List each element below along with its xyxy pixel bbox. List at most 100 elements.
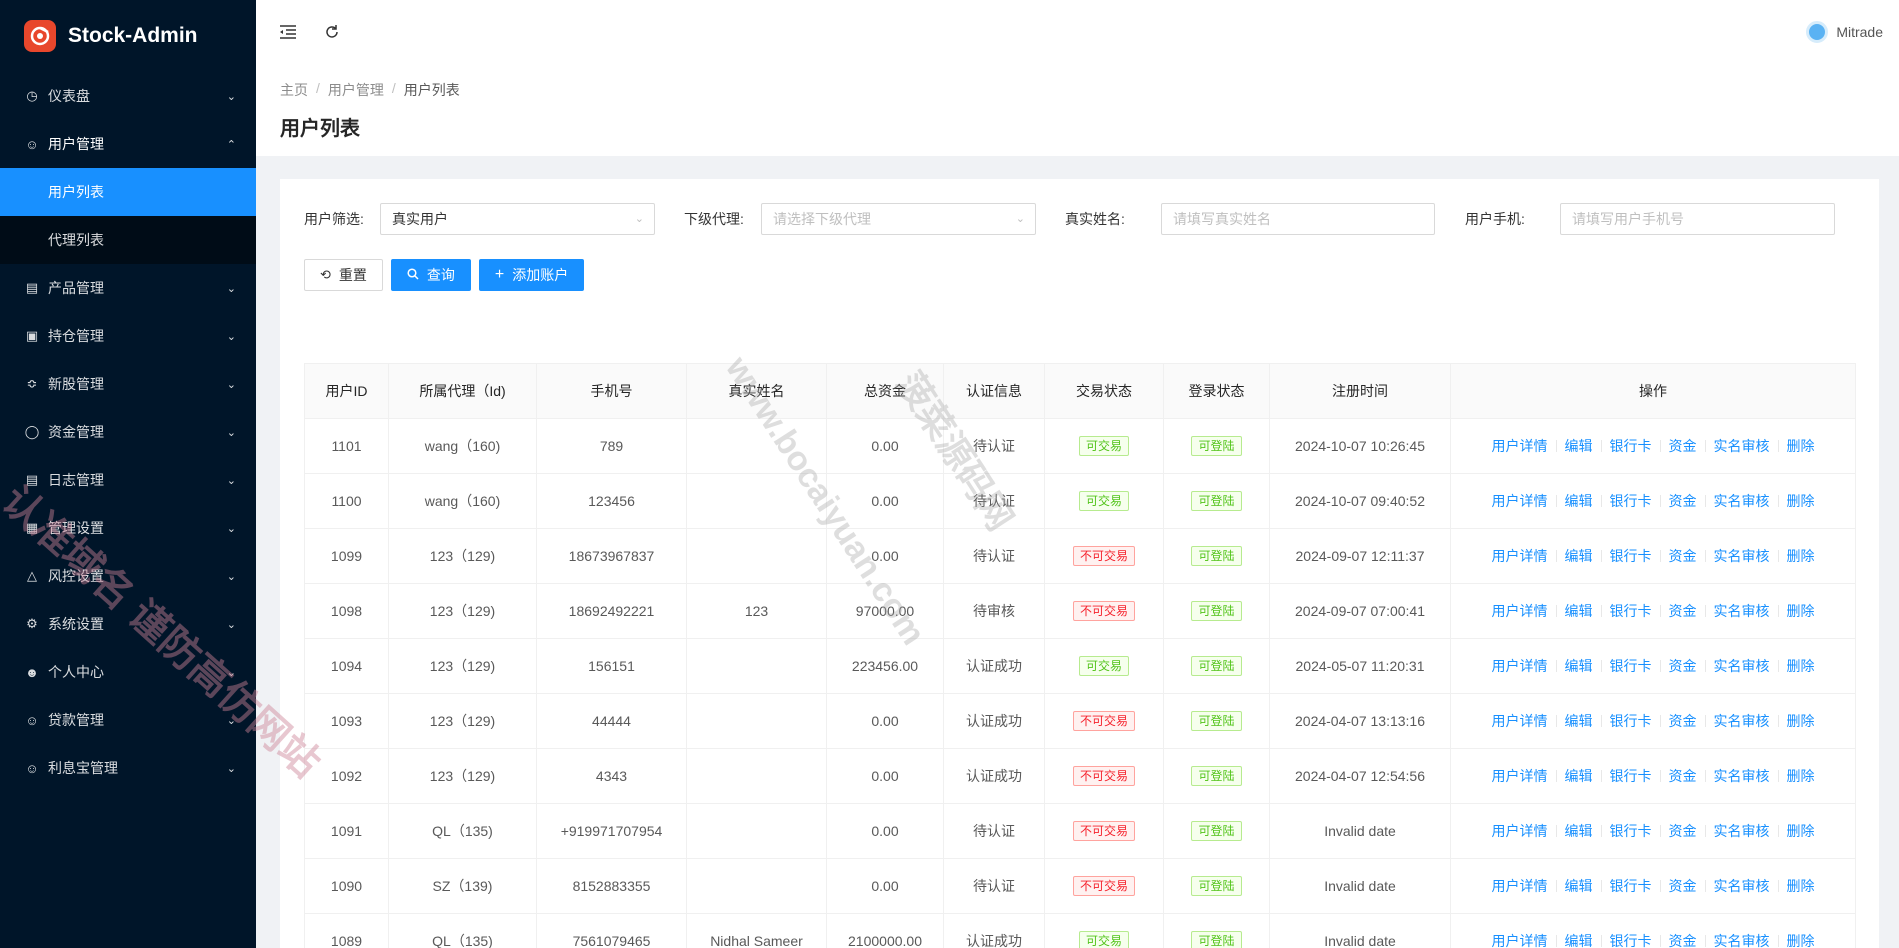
action-link[interactable]: 实名审核 <box>1714 601 1770 621</box>
action-link[interactable]: 资金 <box>1669 491 1697 511</box>
action-link[interactable]: 用户详情 <box>1492 546 1548 566</box>
action-link[interactable]: 资金 <box>1669 546 1697 566</box>
user-filter-select[interactable]: 真实用户 ⌄ <box>380 203 655 235</box>
action-link[interactable]: 银行卡 <box>1610 491 1652 511</box>
cell-auth-status: 认证成功 <box>943 638 1045 694</box>
action-link[interactable]: 用户详情 <box>1492 436 1548 456</box>
phone-input[interactable]: 请填写用户手机号 <box>1560 203 1835 235</box>
action-link[interactable]: 编辑 <box>1565 766 1593 786</box>
action-link[interactable]: 资金 <box>1669 656 1697 676</box>
action-link[interactable]: 编辑 <box>1565 931 1593 948</box>
action-link[interactable]: 编辑 <box>1565 491 1593 511</box>
action-divider <box>1704 825 1706 837</box>
breadcrumb-home[interactable]: 主页 <box>280 80 308 100</box>
action-link[interactable]: 用户详情 <box>1492 821 1548 841</box>
sidebar-item-3[interactable]: ▣ 持仓管理 ⌄ <box>0 312 256 360</box>
cell-login-status: 可登陆 <box>1163 418 1270 474</box>
sidebar-item-4[interactable]: ≎ 新股管理 ⌄ <box>0 360 256 408</box>
realname-label: 真实姓名: <box>1065 211 1125 227</box>
action-link[interactable]: 删除 <box>1787 766 1815 786</box>
action-link[interactable]: 实名审核 <box>1714 491 1770 511</box>
action-link[interactable]: 实名审核 <box>1714 656 1770 676</box>
sidebar-item-label: 新股管理 <box>48 376 104 392</box>
sidebar-item-11[interactable]: ☺ 贷款管理 ⌄ <box>0 696 256 744</box>
breadcrumb-user-management[interactable]: 用户管理 <box>328 80 384 100</box>
action-link[interactable]: 资金 <box>1669 711 1697 731</box>
sidebar-item-1[interactable]: ☺ 用户管理 ⌃ <box>0 120 256 168</box>
action-link[interactable]: 资金 <box>1669 766 1697 786</box>
action-link[interactable]: 银行卡 <box>1610 546 1652 566</box>
action-link[interactable]: 用户详情 <box>1492 931 1548 948</box>
action-link[interactable]: 用户详情 <box>1492 711 1548 731</box>
action-link[interactable]: 编辑 <box>1565 601 1593 621</box>
action-link[interactable]: 银行卡 <box>1610 766 1652 786</box>
action-link[interactable]: 实名审核 <box>1714 711 1770 731</box>
action-link[interactable]: 资金 <box>1669 601 1697 621</box>
reload-icon[interactable] <box>320 20 344 44</box>
sidebar-item-9[interactable]: ⚙ 系统设置 ⌄ <box>0 600 256 648</box>
logo[interactable]: Stock-Admin <box>0 0 256 72</box>
action-link[interactable]: 银行卡 <box>1610 931 1652 948</box>
cell-login-status: 可登陆 <box>1163 583 1270 639</box>
action-link[interactable]: 删除 <box>1787 491 1815 511</box>
action-link[interactable]: 银行卡 <box>1610 436 1652 456</box>
sidebar-item-6[interactable]: ▤ 日志管理 ⌄ <box>0 456 256 504</box>
login-status-badge: 可登陆 <box>1191 491 1242 511</box>
action-link[interactable]: 实名审核 <box>1714 766 1770 786</box>
action-link[interactable]: 删除 <box>1787 931 1815 948</box>
action-link[interactable]: 删除 <box>1787 711 1815 731</box>
action-link[interactable]: 用户详情 <box>1492 876 1548 896</box>
sidebar-item-2[interactable]: ▤ 产品管理 ⌄ <box>0 264 256 312</box>
action-link[interactable]: 用户详情 <box>1492 656 1548 676</box>
agent-select[interactable]: 请选择下级代理 ⌄ <box>761 203 1036 235</box>
action-link[interactable]: 删除 <box>1787 546 1815 566</box>
action-link[interactable]: 删除 <box>1787 656 1815 676</box>
action-link[interactable]: 银行卡 <box>1610 601 1652 621</box>
sidebar-item-0[interactable]: ◷ 仪表盘 ⌄ <box>0 72 256 120</box>
action-link[interactable]: 实名审核 <box>1714 436 1770 456</box>
action-link[interactable]: 实名审核 <box>1714 931 1770 948</box>
action-link[interactable]: 资金 <box>1669 436 1697 456</box>
action-link[interactable]: 删除 <box>1787 436 1815 456</box>
action-link[interactable]: 银行卡 <box>1610 821 1652 841</box>
sidebar-item-10[interactable]: ☻ 个人中心 ⌄ <box>0 648 256 696</box>
action-link[interactable]: 删除 <box>1787 876 1815 896</box>
query-button[interactable]: 查询 <box>390 259 471 291</box>
action-link[interactable]: 实名审核 <box>1714 546 1770 566</box>
action-link[interactable]: 银行卡 <box>1610 656 1652 676</box>
sidebar-subitem-1[interactable]: 代理列表 <box>0 216 256 264</box>
reset-button[interactable]: ⟲ 重置 <box>304 259 383 291</box>
action-divider <box>1600 715 1602 727</box>
sidebar-item-8[interactable]: △ 风控设置 ⌄ <box>0 552 256 600</box>
top-header: Mitrade <box>256 0 1899 64</box>
action-link[interactable]: 编辑 <box>1565 546 1593 566</box>
sidebar-item-7[interactable]: ▦ 管理设置 ⌄ <box>0 504 256 552</box>
action-link[interactable]: 银行卡 <box>1610 711 1652 731</box>
action-link[interactable]: 编辑 <box>1565 436 1593 456</box>
action-link[interactable]: 资金 <box>1669 876 1697 896</box>
action-link[interactable]: 编辑 <box>1565 711 1593 731</box>
user-menu[interactable]: Mitrade <box>1806 0 1883 64</box>
action-link[interactable]: 银行卡 <box>1610 876 1652 896</box>
sidebar-item-12[interactable]: ☺ 利息宝管理 ⌄ <box>0 744 256 792</box>
action-link[interactable]: 用户详情 <box>1492 601 1548 621</box>
action-link[interactable]: 资金 <box>1669 931 1697 948</box>
action-link[interactable]: 用户详情 <box>1492 491 1548 511</box>
realname-input[interactable]: 请填写真实姓名 <box>1161 203 1435 235</box>
action-link[interactable]: 用户详情 <box>1492 766 1548 786</box>
query-label: 查询 <box>426 267 455 283</box>
action-link[interactable]: 编辑 <box>1565 656 1593 676</box>
action-link[interactable]: 删除 <box>1787 601 1815 621</box>
column-header: 登录状态 <box>1163 363 1270 419</box>
sidebar-subitem-0[interactable]: 用户列表 <box>0 168 256 216</box>
cell-phone: 789 <box>536 418 687 474</box>
action-link[interactable]: 资金 <box>1669 821 1697 841</box>
action-link[interactable]: 编辑 <box>1565 821 1593 841</box>
action-link[interactable]: 实名审核 <box>1714 821 1770 841</box>
menu-fold-icon[interactable] <box>276 20 300 44</box>
action-link[interactable]: 删除 <box>1787 821 1815 841</box>
action-link[interactable]: 编辑 <box>1565 876 1593 896</box>
action-link[interactable]: 实名审核 <box>1714 876 1770 896</box>
sidebar-item-5[interactable]: ◯ 资金管理 ⌄ <box>0 408 256 456</box>
add-account-button[interactable]: + 添加账户 <box>478 259 585 291</box>
